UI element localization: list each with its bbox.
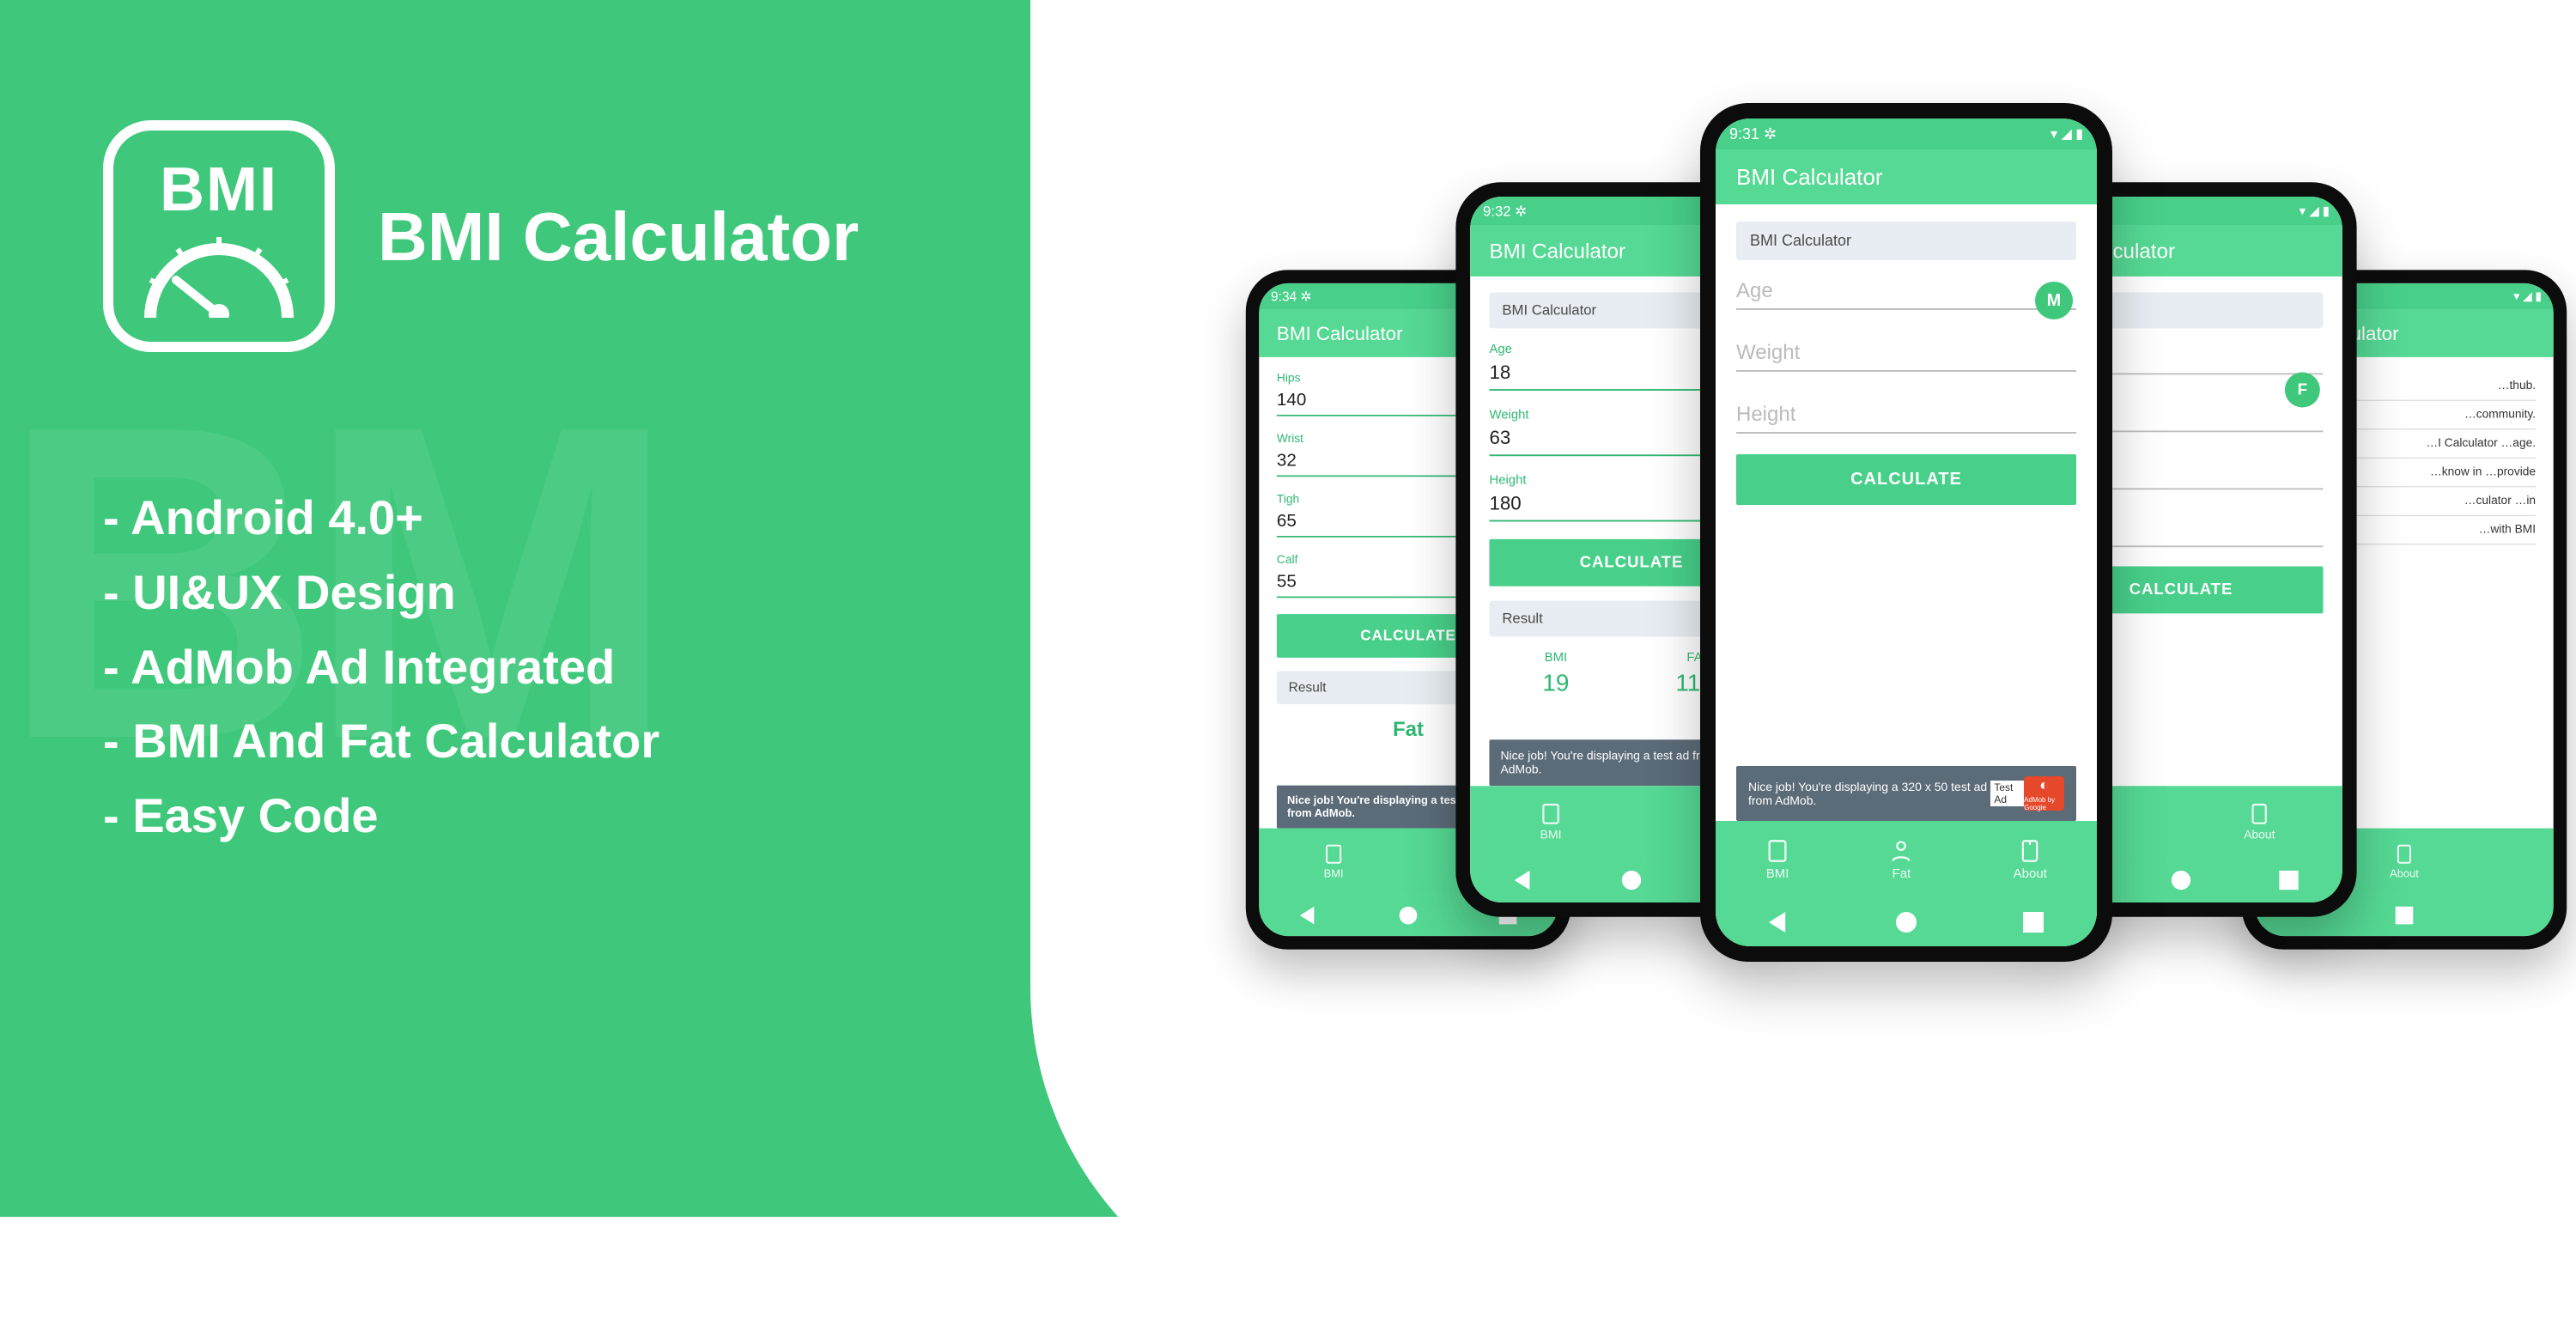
status-icons: ▾ ◢ ▮ — [2050, 125, 2083, 143]
weight-input[interactable]: Weight — [1736, 337, 2076, 372]
nav-bmi[interactable]: BMI — [1323, 843, 1344, 879]
back-button[interactable] — [1515, 871, 1534, 890]
height-input[interactable]: Height — [1736, 399, 2076, 434]
phone-mockups: 9:34 ✲ ▾ ◢ ▮ BMI Calculator Hips140 Wris… — [1219, 86, 2559, 1159]
app-title: BMI Calculator — [378, 198, 859, 277]
status-time: 9:34 ✲ — [1271, 289, 1311, 304]
status-time: 9:32 ✲ — [1483, 203, 1527, 220]
phone-mockup-3: 9:31 ✲ ▾ ◢ ▮ BMI Calculator BMI Calculat… — [1700, 103, 2112, 962]
nav-bmi[interactable]: BMI — [1765, 839, 1789, 881]
home-button[interactable] — [1622, 871, 1641, 890]
status-icons: ▾ ◢ ▮ — [2300, 203, 2330, 219]
result-label: BMI — [1542, 651, 1569, 666]
status-bar: 9:31 ✲ ▾ ◢ ▮ — [1716, 119, 2097, 149]
feature-item: - Android 4.0+ — [103, 481, 659, 556]
bottom-nav: BMI Fat About — [1716, 821, 2097, 898]
home-button[interactable] — [1896, 912, 1917, 933]
recents-button[interactable] — [2023, 912, 2044, 933]
feature-list: - Android 4.0+ - UI&UX Design - AdMob Ad… — [103, 481, 659, 854]
home-button[interactable] — [2172, 871, 2190, 890]
status-time: 9:31 ✲ — [1729, 125, 1777, 143]
marketing-panel: BM BMI BMI Calculator - Android 4.0+ - U… — [0, 0, 1159, 1217]
age-input[interactable]: Age — [1736, 276, 2076, 310]
home-button[interactable] — [1400, 907, 1418, 925]
feature-item: - BMI And Fat Calculator — [103, 704, 659, 779]
recents-button[interactable] — [2396, 907, 2414, 925]
recents-button[interactable] — [2279, 871, 2298, 890]
nav-about[interactable]: About — [2244, 802, 2275, 842]
status-icons: ▾ ◢ ▮ — [2513, 289, 2542, 304]
admob-banner[interactable]: Nice job! You're displaying a 320 x 50 t… — [1736, 766, 2076, 821]
bmi-result: 19 — [1542, 670, 1569, 697]
test-ad-tag: Test Ad — [1990, 781, 2024, 806]
gender-female-chip[interactable]: F — [2285, 373, 2320, 408]
admob-icon: ◐AdMob by Google — [2024, 776, 2064, 811]
calculate-button[interactable]: CALCULATE — [1736, 454, 2076, 505]
back-button[interactable] — [1300, 907, 1318, 925]
section-header: BMI Calculator — [1736, 222, 2076, 260]
gender-male-chip[interactable]: M — [2035, 282, 2073, 319]
android-nav-bar — [1716, 898, 2097, 946]
nav-fat[interactable]: Fat — [1889, 839, 1913, 881]
feature-item: - AdMob Ad Integrated — [103, 630, 659, 705]
feature-item: - Easy Code — [103, 779, 659, 854]
back-button[interactable] — [1769, 912, 1789, 933]
nav-about[interactable]: About — [2390, 843, 2419, 879]
app-bar-title: BMI Calculator — [1716, 149, 2097, 204]
nav-about[interactable]: About — [2014, 839, 2047, 881]
gauge-icon — [142, 232, 296, 318]
nav-bmi[interactable]: BMI — [1540, 802, 1562, 842]
app-logo-badge: BMI — [103, 120, 335, 352]
logo-bmi-text: BMI — [160, 155, 278, 225]
feature-item: - UI&UX Design — [103, 556, 659, 630]
